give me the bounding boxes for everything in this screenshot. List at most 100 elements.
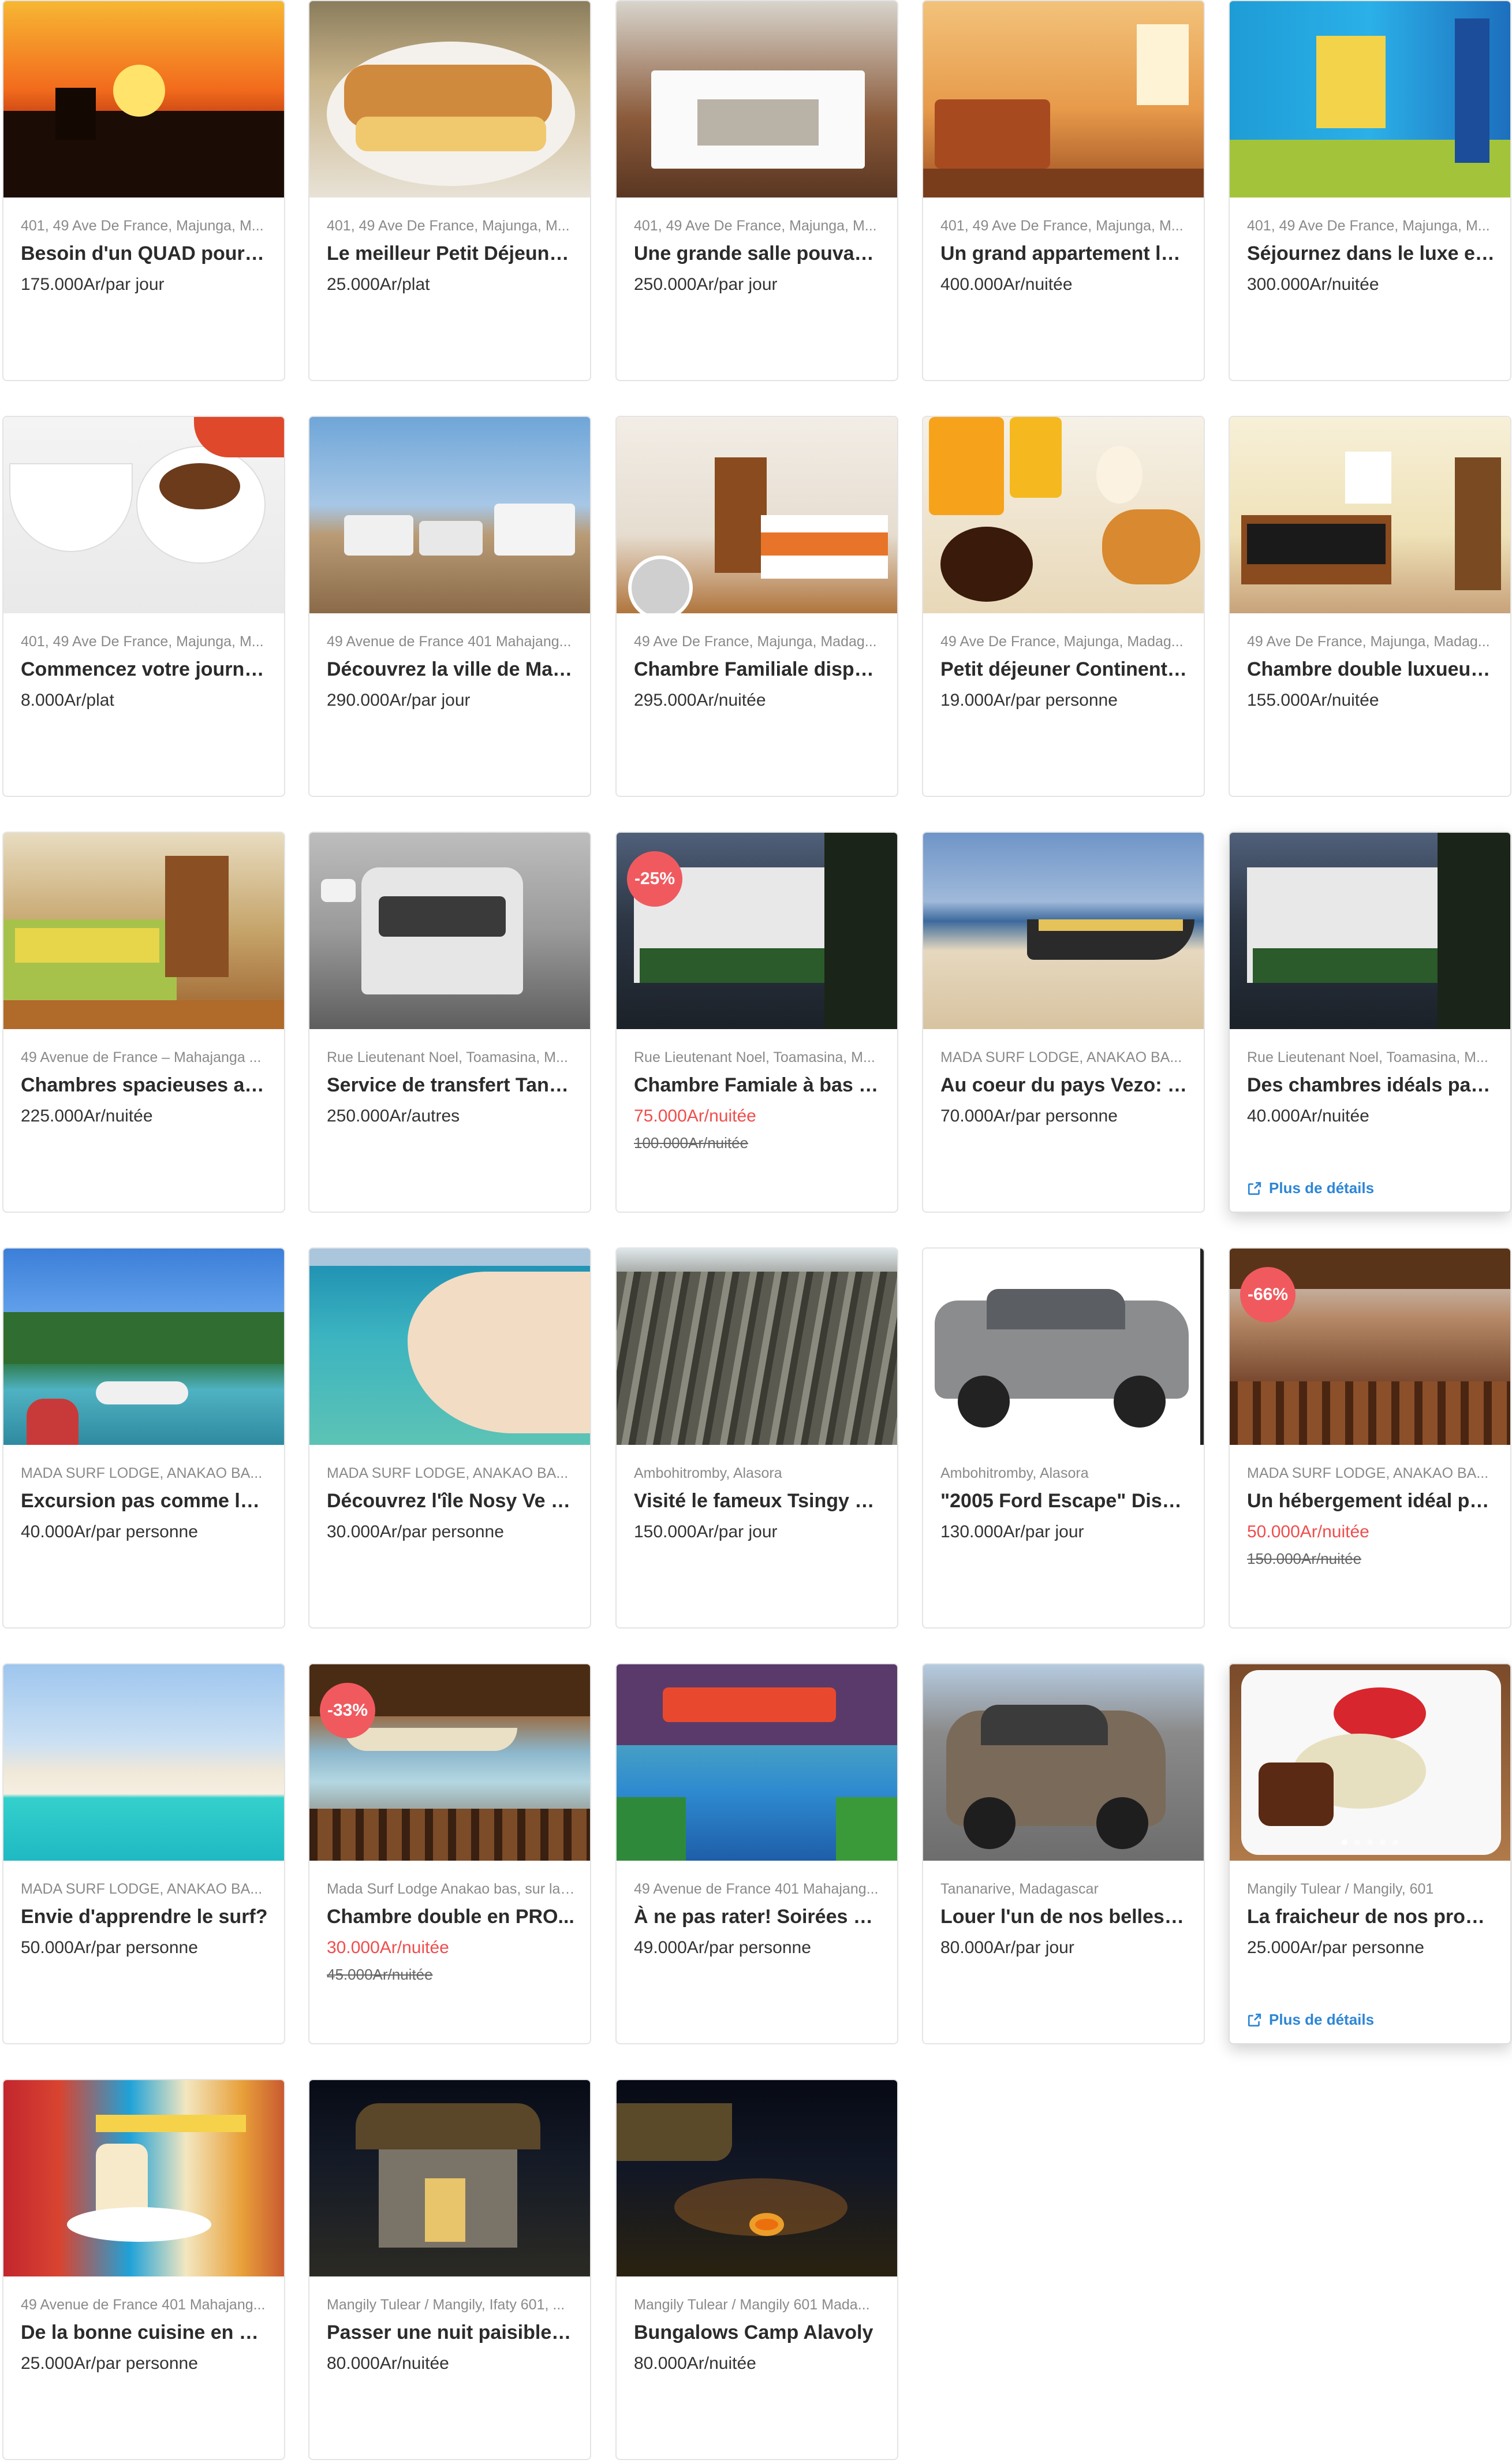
listing-photo[interactable] xyxy=(3,1664,284,1861)
listing-title[interactable]: Service de transfert Tanan... xyxy=(327,1074,575,1097)
listing-photo[interactable] xyxy=(1230,1664,1510,1861)
listing-title[interactable]: Bungalows Camp Alavoly xyxy=(634,2322,882,2344)
carousel-dot[interactable] xyxy=(1392,1839,1398,1845)
listing-photo[interactable] xyxy=(923,833,1204,1029)
listing-photo[interactable] xyxy=(309,1249,590,1445)
listing-photo[interactable] xyxy=(923,1,1204,198)
listing-card[interactable]: -25% Rue Lieutenant Noel, Toamasina, M...… xyxy=(615,832,898,1213)
listing-title[interactable]: Découvrez la ville de Mah... xyxy=(327,658,575,681)
listing-title[interactable]: Excursion pas comme les a... xyxy=(21,1490,269,1512)
listing-card[interactable]: 401, 49 Ave De France, Majunga, M... Le m… xyxy=(308,0,591,381)
carousel-dots[interactable] xyxy=(1230,1838,1510,1848)
listing-photo[interactable] xyxy=(309,417,590,613)
listing-card[interactable]: Mangily Tulear / Mangily 601 Mada... Bung… xyxy=(615,2079,898,2460)
listing-title[interactable]: Découvrez l'île Nosy Ve et... xyxy=(327,1490,575,1512)
listing-title[interactable]: Séjournez dans le luxe en r... xyxy=(1247,243,1495,265)
listing-photo[interactable] xyxy=(3,417,284,613)
photo-detail xyxy=(929,417,1004,515)
listing-card[interactable]: 49 Avenue de France 401 Mahajang... Décou… xyxy=(308,416,591,797)
listing-title[interactable]: Des chambres idéals pas tr... xyxy=(1247,1074,1495,1097)
listing-photo[interactable]: -33% xyxy=(309,1664,590,1861)
listing-title[interactable]: Chambre double luxueux ... xyxy=(1247,658,1495,681)
listing-card[interactable]: Ambohitromby, Alasora "2005 Ford Escape" … xyxy=(922,1247,1205,1629)
listing-title[interactable]: Une grande salle pouvant ... xyxy=(634,243,882,265)
listing-title[interactable]: Envie d'apprendre le surf? xyxy=(21,1906,269,1928)
listing-title[interactable]: Un hébergement idéal pou... xyxy=(1247,1490,1495,1512)
listing-photo[interactable] xyxy=(617,417,897,613)
listing-photo[interactable]: -25% xyxy=(617,833,897,1029)
photo-detail xyxy=(663,1687,836,1722)
listing-title[interactable]: Chambre Familiale dispon... xyxy=(634,658,882,681)
carousel-dot[interactable] xyxy=(1380,1839,1386,1845)
listing-price: 50.000Ar/nuitée xyxy=(1247,1522,1369,1541)
listing-card[interactable]: MADA SURF LODGE, ANAKAO BA... Découvrez l… xyxy=(308,1247,591,1629)
listing-photo[interactable]: -66% xyxy=(1230,1249,1510,1445)
listing-photo[interactable] xyxy=(3,1,284,198)
listing-title[interactable]: Le meilleur Petit Déjeuner... xyxy=(327,243,575,265)
listing-card[interactable]: 401, 49 Ave De France, Majunga, M... Comm… xyxy=(2,416,285,797)
listing-card[interactable]: Rue Lieutenant Noel, Toamasina, M... Des … xyxy=(1229,832,1511,1213)
listing-card[interactable]: 49 Avenue de France – Mahajanga ... Chamb… xyxy=(2,832,285,1213)
listing-photo[interactable] xyxy=(3,833,284,1029)
listing-card[interactable]: 401, 49 Ave De France, Majunga, M... Une … xyxy=(615,0,898,381)
listing-price: 250.000Ar/par jour xyxy=(634,275,778,294)
photo-detail xyxy=(1247,524,1386,564)
listing-card[interactable]: -66% MADA SURF LODGE, ANAKAO BA... Un hébe… xyxy=(1229,1247,1511,1629)
listing-card[interactable]: Rue Lieutenant Noel, Toamasina, M... Serv… xyxy=(308,832,591,1213)
listing-photo[interactable] xyxy=(309,2080,590,2276)
carousel-dot[interactable] xyxy=(1342,1839,1347,1845)
listing-card[interactable]: 401, 49 Ave De France, Majunga, M... Un g… xyxy=(922,0,1205,381)
listing-title[interactable]: Chambre double en PRO... xyxy=(327,1906,575,1928)
listing-photo[interactable] xyxy=(1230,1,1510,198)
carousel-dot[interactable] xyxy=(1367,1839,1373,1845)
listing-card[interactable]: -33% Mada Surf Lodge Anakao bas, sur la .… xyxy=(308,1663,591,2044)
listing-card[interactable]: Tananarive, Madagascar Louer l'un de nos … xyxy=(922,1663,1205,2044)
listing-photo[interactable] xyxy=(3,1249,284,1445)
listing-card[interactable]: 49 Avenue de France 401 Mahajang... De la… xyxy=(2,2079,285,2460)
listing-card[interactable]: 49 Ave De France, Majunga, Madag... Chamb… xyxy=(615,416,898,797)
details-link[interactable]: Plus de détails xyxy=(1247,2011,1374,2029)
listing-title[interactable]: Chambres spacieuses avec... xyxy=(21,1074,269,1097)
listing-card[interactable]: 49 Ave De France, Majunga, Madag... Petit… xyxy=(922,416,1205,797)
listing-title[interactable]: Un grand appartement lux... xyxy=(940,243,1189,265)
details-link[interactable]: Plus de détails xyxy=(1247,1179,1374,1197)
listing-photo[interactable] xyxy=(923,1249,1204,1445)
listing-card[interactable]: Ambohitromby, Alasora Visité le fameux Ts… xyxy=(615,1247,898,1629)
listing-card[interactable]: 401, 49 Ave De France, Majunga, M... Séjo… xyxy=(1229,0,1511,381)
listing-card[interactable]: 49 Ave De France, Majunga, Madag... Chamb… xyxy=(1229,416,1511,797)
carousel-dot[interactable] xyxy=(1354,1839,1360,1845)
listing-title[interactable]: Chambre Famiale à bas pri... xyxy=(634,1074,882,1097)
listing-title[interactable]: Petit déjeuner Continenta... xyxy=(940,658,1189,681)
listing-card[interactable]: Mangily Tulear / Mangily, Ifaty 601, ...… xyxy=(308,2079,591,2460)
listing-photo[interactable] xyxy=(617,1249,897,1445)
listing-title[interactable]: Au coeur du pays Vezo: un... xyxy=(940,1074,1189,1097)
listing-price: 150.000Ar/par jour xyxy=(634,1522,778,1541)
listing-card[interactable]: MADA SURF LODGE, ANAKAO BA... Excursion p… xyxy=(2,1247,285,1629)
listing-photo[interactable] xyxy=(1230,833,1510,1029)
listing-photo[interactable] xyxy=(1230,417,1510,613)
listing-title[interactable]: Visité le fameux Tsingy de ... xyxy=(634,1490,882,1512)
listing-card[interactable]: MADA SURF LODGE, ANAKAO BA... Au coeur du… xyxy=(922,832,1205,1213)
listing-title[interactable]: Louer l'un de nos belles 4x... xyxy=(940,1906,1189,1928)
listing-title[interactable]: Besoin d'un QUAD pour p... xyxy=(21,243,269,265)
listing-photo[interactable] xyxy=(617,1,897,198)
listing-title[interactable]: De la bonne cuisine en plei... xyxy=(21,2322,269,2344)
listing-photo[interactable] xyxy=(309,833,590,1029)
listing-photo[interactable] xyxy=(923,417,1204,613)
listing-card[interactable]: 401, 49 Ave De France, Majunga, M... Beso… xyxy=(2,0,285,381)
listing-photo[interactable] xyxy=(617,1664,897,1861)
listing-photo[interactable] xyxy=(309,1,590,198)
listing-address: 401, 49 Ave De France, Majunga, M... xyxy=(327,218,570,234)
listing-title[interactable]: À ne pas rater! Soirées en ... xyxy=(634,1906,882,1928)
listing-card[interactable]: Mangily Tulear / Mangily, 601 La fraicheu… xyxy=(1229,1663,1511,2044)
photo-detail xyxy=(15,928,159,963)
listing-photo[interactable] xyxy=(923,1664,1204,1861)
listing-card[interactable]: MADA SURF LODGE, ANAKAO BA... Envie d'app… xyxy=(2,1663,285,2044)
listing-title[interactable]: "2005 Ford Escape" Dispo... xyxy=(940,1490,1189,1512)
listing-title[interactable]: Passer une nuit paisible au... xyxy=(327,2322,575,2344)
listing-title[interactable]: Commencez votre journée... xyxy=(21,658,269,681)
listing-photo[interactable] xyxy=(3,2080,284,2276)
listing-card[interactable]: 49 Avenue de France 401 Mahajang... À ne … xyxy=(615,1663,898,2044)
listing-title[interactable]: La fraicheur de nos produi... xyxy=(1247,1906,1495,1928)
listing-photo[interactable] xyxy=(617,2080,897,2276)
